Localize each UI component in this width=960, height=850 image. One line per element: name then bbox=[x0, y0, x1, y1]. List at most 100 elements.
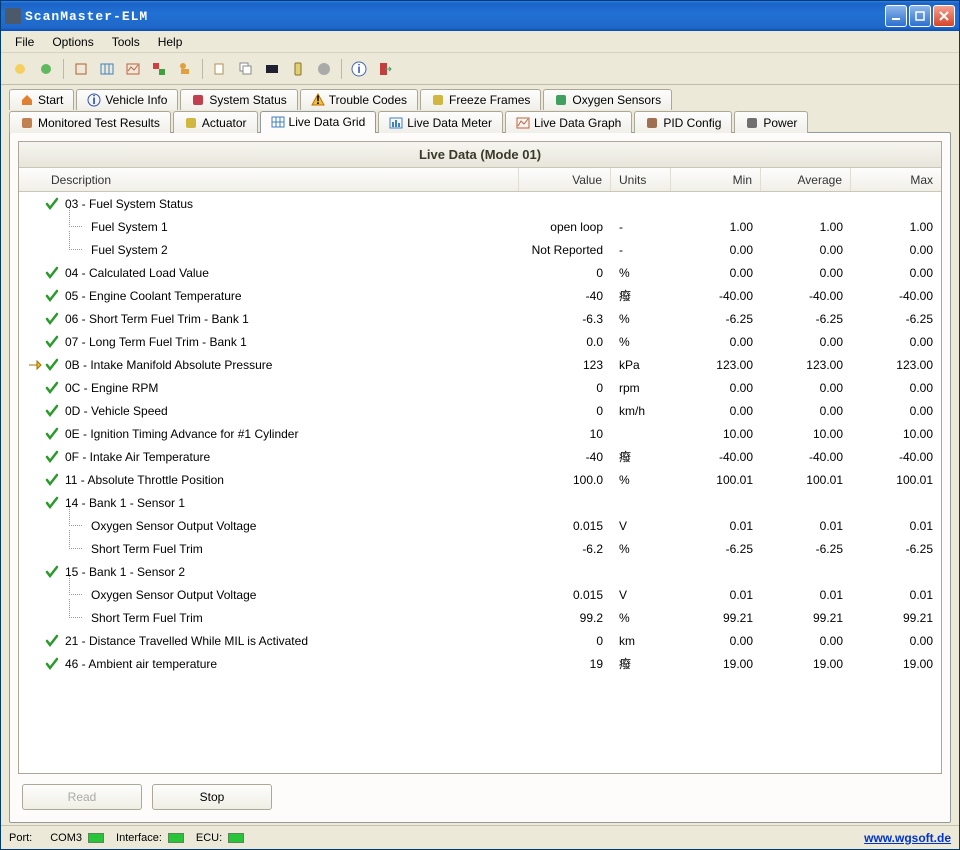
table-row[interactable]: 07 - Long Term Fuel Trim - Bank 10.0%0.0… bbox=[19, 330, 941, 353]
table-row[interactable]: 0C - Engine RPM0rpm0.000.000.00 bbox=[19, 376, 941, 399]
table-row[interactable]: Fuel System 1open loop-1.001.001.00 bbox=[19, 215, 941, 238]
row-description: Fuel System 1 bbox=[61, 220, 519, 234]
table-row[interactable]: 21 - Distance Travelled While MIL is Act… bbox=[19, 629, 941, 652]
maximize-button[interactable] bbox=[909, 5, 931, 27]
menu-file[interactable]: File bbox=[7, 33, 42, 51]
row-min: 0.00 bbox=[671, 381, 761, 395]
tab-monitored-test-results[interactable]: Monitored Test Results bbox=[9, 111, 171, 133]
tab-freeze-frames[interactable]: Freeze Frames bbox=[420, 89, 541, 110]
toolbar-btn-10[interactable] bbox=[261, 58, 283, 80]
table-row[interactable]: Oxygen Sensor Output Voltage0.015V0.010.… bbox=[19, 514, 941, 537]
row-min: 0.00 bbox=[671, 634, 761, 648]
table-row[interactable]: 03 - Fuel System Status bbox=[19, 192, 941, 215]
row-max: 0.00 bbox=[851, 404, 941, 418]
toolbar-btn-3[interactable] bbox=[70, 58, 92, 80]
col-description[interactable]: Description bbox=[19, 168, 519, 191]
toolbar-btn-8[interactable] bbox=[209, 58, 231, 80]
col-value[interactable]: Value bbox=[519, 168, 611, 191]
row-max: 0.00 bbox=[851, 335, 941, 349]
table-row[interactable]: 15 - Bank 1 - Sensor 2 bbox=[19, 560, 941, 583]
col-max[interactable]: Max bbox=[851, 168, 941, 191]
tab-live-data-grid[interactable]: Live Data Grid bbox=[260, 111, 377, 133]
table-row[interactable]: Oxygen Sensor Output Voltage0.015V0.010.… bbox=[19, 583, 941, 606]
toolbar-btn-12[interactable] bbox=[313, 58, 335, 80]
svg-text:!: ! bbox=[316, 93, 320, 107]
close-button[interactable] bbox=[933, 5, 955, 27]
table-row[interactable]: Short Term Fuel Trim99.2%99.2199.2199.21 bbox=[19, 606, 941, 629]
menu-tools[interactable]: Tools bbox=[104, 33, 148, 51]
check-icon bbox=[43, 450, 61, 464]
toolbar-btn-9[interactable] bbox=[235, 58, 257, 80]
status-bar: Port: COM3 Interface: ECU: www.wgsoft.de bbox=[1, 825, 959, 849]
tab-vehicle-info[interactable]: iVehicle Info bbox=[76, 89, 178, 110]
app-window: ScanMaster-ELM File Options Tools Help i… bbox=[0, 0, 960, 850]
row-units: % bbox=[611, 335, 671, 349]
table-row[interactable]: 11 - Absolute Throttle Position100.0%100… bbox=[19, 468, 941, 491]
col-average[interactable]: Average bbox=[761, 168, 851, 191]
pid-icon bbox=[645, 116, 659, 130]
table-row[interactable]: Short Term Fuel Trim-6.2%-6.25-6.25-6.25 bbox=[19, 537, 941, 560]
row-units: V bbox=[611, 519, 671, 533]
row-avg: -40.00 bbox=[761, 450, 851, 464]
toolbar-btn-11[interactable] bbox=[287, 58, 309, 80]
check-icon bbox=[43, 312, 61, 326]
table-row[interactable]: 05 - Engine Coolant Temperature-40癈-40.0… bbox=[19, 284, 941, 307]
status-port-value: COM3 bbox=[50, 832, 82, 844]
status-ecu-label: ECU: bbox=[196, 832, 222, 844]
stop-button[interactable]: Stop bbox=[152, 784, 272, 810]
toolbar-btn-info[interactable]: i bbox=[348, 58, 370, 80]
toolbar-btn-4[interactable] bbox=[96, 58, 118, 80]
tab-label: Power bbox=[763, 116, 797, 130]
row-value: 123 bbox=[519, 358, 611, 372]
table-row[interactable]: 0B - Intake Manifold Absolute Pressure12… bbox=[19, 353, 941, 376]
table-row[interactable]: 0F - Intake Air Temperature-40癈-40.00-40… bbox=[19, 445, 941, 468]
table-row[interactable]: 04 - Calculated Load Value0%0.000.000.00 bbox=[19, 261, 941, 284]
row-description: Short Term Fuel Trim bbox=[61, 542, 519, 556]
tab-actuator[interactable]: Actuator bbox=[173, 111, 258, 133]
row-min: -40.00 bbox=[671, 289, 761, 303]
tab-trouble-codes[interactable]: !Trouble Codes bbox=[300, 89, 418, 110]
toolbar-btn-6[interactable] bbox=[148, 58, 170, 80]
status-icon bbox=[191, 93, 205, 107]
freeze-icon bbox=[431, 93, 445, 107]
status-link[interactable]: www.wgsoft.de bbox=[864, 831, 951, 845]
tab-power[interactable]: Power bbox=[734, 111, 808, 133]
menu-help[interactable]: Help bbox=[150, 33, 191, 51]
tabs-row-1: StartiVehicle Info System Status !Trouble … bbox=[9, 89, 951, 110]
col-units[interactable]: Units bbox=[611, 168, 671, 191]
table-row[interactable]: Fuel System 2Not Reported-0.000.000.00 bbox=[19, 238, 941, 261]
row-description: 04 - Calculated Load Value bbox=[61, 266, 519, 280]
grid-body[interactable]: 03 - Fuel System StatusFuel System 1open… bbox=[19, 192, 941, 773]
row-min: 1.00 bbox=[671, 220, 761, 234]
tab-live-data-meter[interactable]: Live Data Meter bbox=[378, 111, 503, 133]
row-description: 0F - Intake Air Temperature bbox=[61, 450, 519, 464]
minimize-button[interactable] bbox=[885, 5, 907, 27]
menu-options[interactable]: Options bbox=[44, 33, 101, 51]
tab-start[interactable]: Start bbox=[9, 89, 74, 110]
menu-bar: File Options Tools Help bbox=[1, 31, 959, 53]
row-min: 99.21 bbox=[671, 611, 761, 625]
table-row[interactable]: 0D - Vehicle Speed0km/h0.000.000.00 bbox=[19, 399, 941, 422]
table-row[interactable]: 06 - Short Term Fuel Trim - Bank 1-6.3%-… bbox=[19, 307, 941, 330]
row-max: 10.00 bbox=[851, 427, 941, 441]
table-row[interactable]: 14 - Bank 1 - Sensor 1 bbox=[19, 491, 941, 514]
tab-pid-config[interactable]: PID Config bbox=[634, 111, 732, 133]
toolbar-btn-5[interactable] bbox=[122, 58, 144, 80]
check-icon bbox=[43, 358, 61, 372]
tab-system-status[interactable]: System Status bbox=[180, 89, 297, 110]
table-row[interactable]: 0E - Ignition Timing Advance for #1 Cyli… bbox=[19, 422, 941, 445]
toolbar-btn-7[interactable] bbox=[174, 58, 196, 80]
tab-oxygen-sensors[interactable]: Oxygen Sensors bbox=[543, 89, 672, 110]
row-max: -6.25 bbox=[851, 312, 941, 326]
toolbar-btn-1[interactable] bbox=[9, 58, 31, 80]
table-row[interactable]: 46 - Ambient air temperature19癈19.0019.0… bbox=[19, 652, 941, 675]
toolbar-btn-exit[interactable] bbox=[374, 58, 396, 80]
check-icon bbox=[43, 473, 61, 487]
tab-label: PID Config bbox=[663, 116, 721, 130]
tab-live-data-graph[interactable]: Live Data Graph bbox=[505, 111, 632, 133]
col-min[interactable]: Min bbox=[671, 168, 761, 191]
tab-label: Oxygen Sensors bbox=[572, 93, 661, 107]
tab-label: System Status bbox=[209, 93, 286, 107]
tab-label: Live Data Grid bbox=[289, 115, 366, 129]
toolbar-btn-2[interactable] bbox=[35, 58, 57, 80]
